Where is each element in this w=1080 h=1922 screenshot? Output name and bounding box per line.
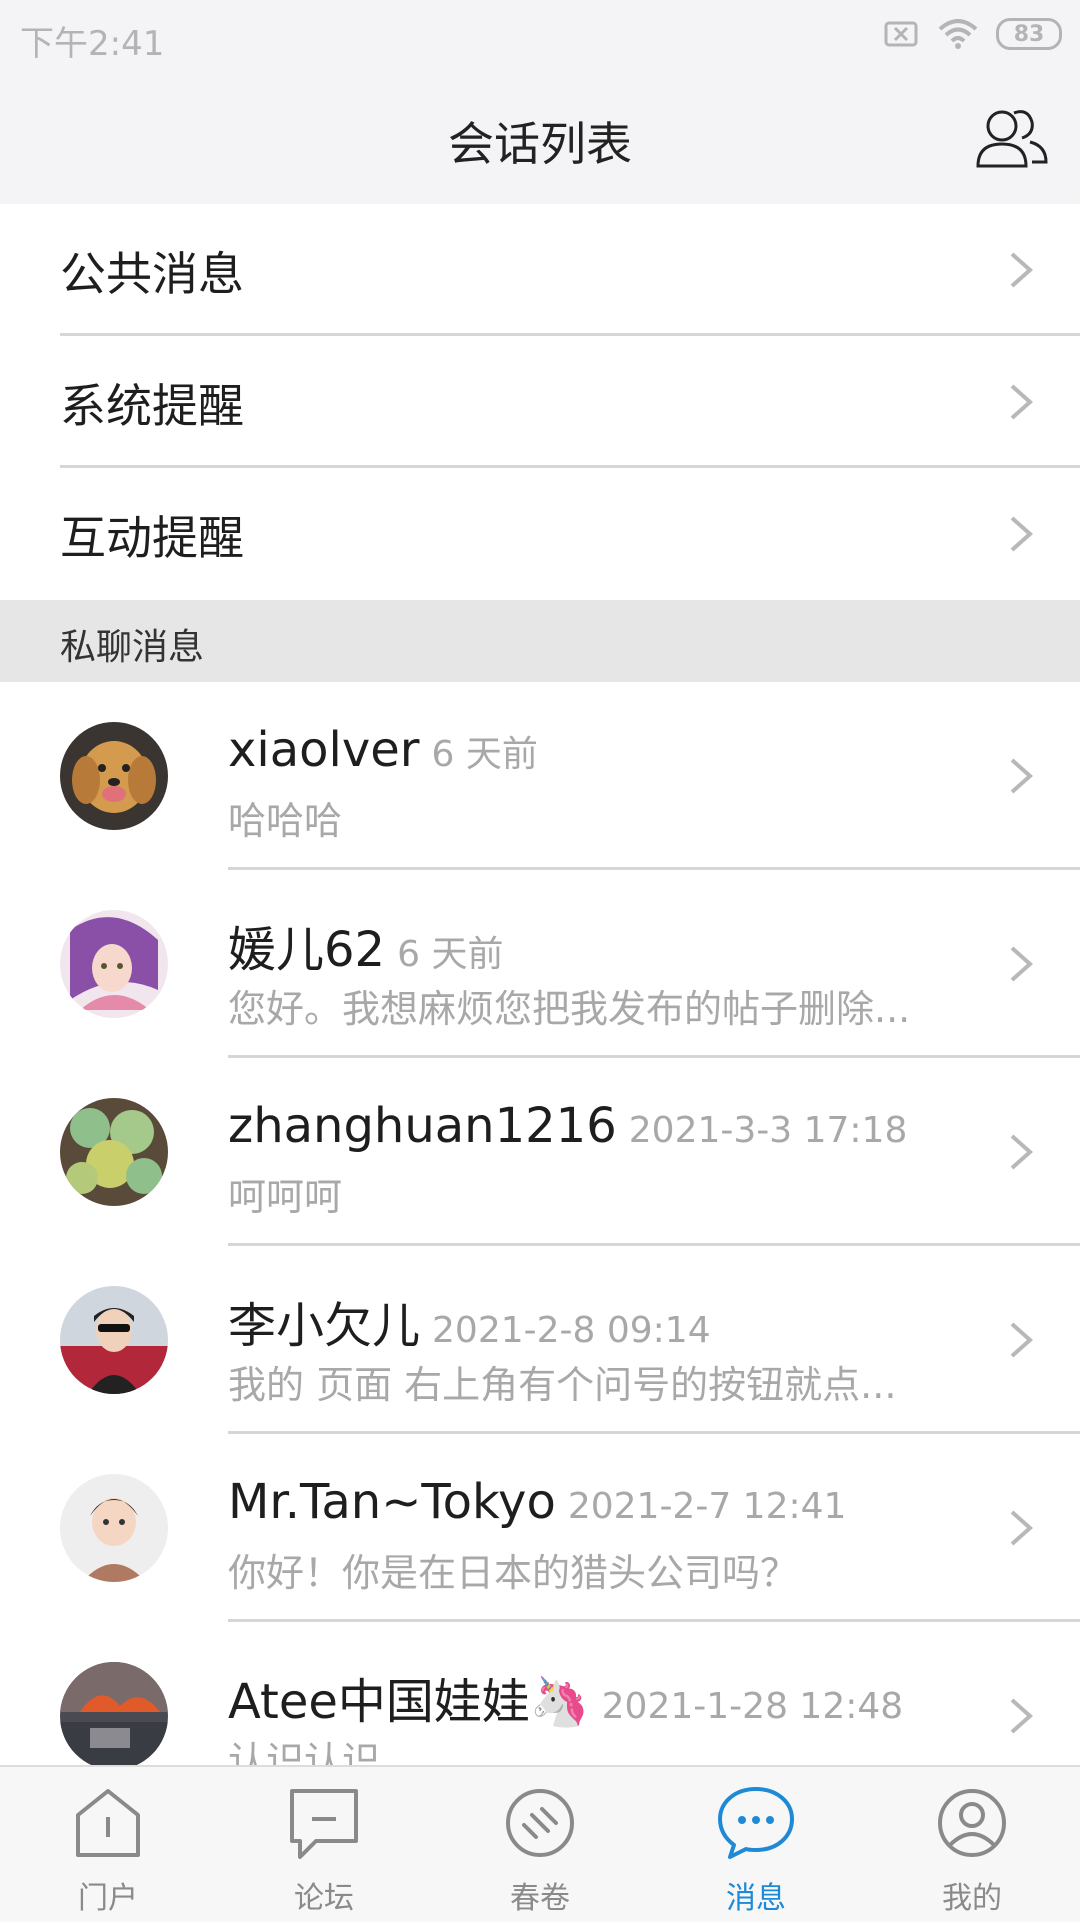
menu-item-label: 互动提醒	[60, 511, 244, 565]
no-sim-icon	[884, 21, 918, 47]
chat-name: Mr.Tan~Tokyo	[228, 1474, 556, 1530]
battery-level: 83	[1013, 21, 1045, 47]
message-icon	[718, 1787, 794, 1859]
chat-name: xiaolver	[228, 722, 420, 778]
avatar	[60, 1474, 168, 1582]
private-messages-header: 私聊消息	[0, 600, 1080, 682]
chat-preview: 你好！你是在日本的猎头公司吗？	[228, 1551, 799, 1595]
contacts-icon[interactable]	[974, 104, 1050, 174]
chunjuan-icon	[506, 1789, 574, 1857]
chat-name: 媛儿62	[228, 922, 386, 978]
chat-time: 2021-3-3 17:18	[628, 1110, 908, 1151]
menu-item-label: 系统提醒	[60, 379, 244, 433]
status-bar: 下午2:41 83	[0, 0, 1080, 76]
chat-item[interactable]: zhanghuan1216 2021-3-3 17:18 呵呵呵	[0, 1058, 1080, 1246]
portal-icon	[76, 1789, 140, 1857]
chevron-right-icon	[1010, 1510, 1034, 1546]
app-header: 会话列表	[0, 76, 1080, 204]
chat-item[interactable]: 李小欠儿 2021-2-8 09:14 我的 页面 右上角有个问号的按钮就点...	[0, 1246, 1080, 1434]
status-icons: 83	[884, 18, 1062, 50]
chevron-right-icon	[1010, 252, 1034, 288]
chevron-right-icon	[1010, 516, 1034, 552]
avatar	[60, 1098, 168, 1206]
chevron-right-icon	[1010, 1134, 1034, 1170]
chat-name-row: xiaolver 6 天前	[228, 722, 538, 778]
avatar	[60, 1662, 168, 1765]
chat-name: Atee中国娃娃🦄	[228, 1674, 590, 1730]
tab-profile[interactable]: 我的	[864, 1767, 1080, 1922]
tab-label: 门户	[78, 1881, 138, 1916]
chat-preview: 您好。我想麻烦您把我发布的帖子删除...	[228, 987, 911, 1031]
avatar	[60, 910, 168, 1018]
menu-item-public[interactable]: 公共消息	[0, 204, 1080, 336]
chat-item[interactable]: Atee中国娃娃🦄 2021-1-28 12:48 认识认识	[0, 1622, 1080, 1765]
chevron-right-icon	[1010, 1322, 1034, 1358]
section-label: 私聊消息	[60, 627, 205, 668]
wifi-icon	[938, 19, 978, 49]
chat-item[interactable]: xiaolver 6 天前 哈哈哈	[0, 682, 1080, 870]
chat-time: 2021-1-28 12:48	[601, 1686, 904, 1727]
menu-item-label: 公共消息	[60, 247, 244, 301]
tab-messages[interactable]: 消息	[648, 1767, 864, 1922]
chat-preview: 我的 页面 右上角有个问号的按钮就点...	[228, 1363, 897, 1407]
menu-item-interaction[interactable]: 互动提醒	[0, 468, 1080, 600]
page-title: 会话列表	[448, 117, 632, 171]
avatar	[60, 1286, 168, 1394]
chevron-right-icon	[1010, 946, 1034, 982]
chat-time: 6 天前	[431, 734, 538, 775]
chat-time: 6 天前	[397, 934, 504, 975]
tab-label: 论坛	[294, 1881, 354, 1916]
chat-name-row: 李小欠儿 2021-2-8 09:14	[228, 1286, 711, 1356]
chat-preview: 呵呵呵	[228, 1175, 343, 1219]
tab-label: 春卷	[510, 1881, 570, 1916]
profile-icon	[938, 1789, 1006, 1857]
bottom-tab-bar: 门户 论坛 春卷 消息 我的	[0, 1765, 1080, 1922]
chat-item[interactable]: Mr.Tan~Tokyo 2021-2-7 12:41 你好！你是在日本的猎头公司…	[0, 1434, 1080, 1622]
chat-name-row: Atee中国娃娃🦄 2021-1-28 12:48	[228, 1662, 903, 1732]
chevron-right-icon	[1010, 1698, 1034, 1734]
forum-icon	[290, 1789, 358, 1859]
tab-portal[interactable]: 门户	[0, 1767, 216, 1922]
tab-label: 消息	[726, 1881, 786, 1916]
chat-item[interactable]: 媛儿62 6 天前 您好。我想麻烦您把我发布的帖子删除...	[0, 870, 1080, 1058]
chevron-right-icon	[1010, 384, 1034, 420]
tab-label: 我的	[942, 1881, 1002, 1916]
chat-time: 2021-2-8 09:14	[432, 1310, 711, 1351]
battery-indicator: 83	[996, 18, 1062, 50]
chat-name: 李小欠儿	[228, 1298, 421, 1354]
chat-name-row: Mr.Tan~Tokyo 2021-2-7 12:41	[228, 1474, 846, 1530]
tab-forum[interactable]: 论坛	[216, 1767, 432, 1922]
chat-name: zhanghuan1216	[228, 1098, 617, 1154]
chat-preview: 哈哈哈	[228, 799, 343, 843]
chat-name-row: zhanghuan1216 2021-3-3 17:18	[228, 1098, 907, 1154]
avatar	[60, 722, 168, 830]
menu-item-system[interactable]: 系统提醒	[0, 336, 1080, 468]
notice-menu: 公共消息 系统提醒 互动提醒	[0, 204, 1080, 600]
chat-preview: 认识认识	[228, 1739, 381, 1765]
chat-list[interactable]: xiaolver 6 天前 哈哈哈 媛儿62 6 天前 您好。我想麻烦您把我发布的帖…	[0, 682, 1080, 1765]
chat-name-row: 媛儿62 6 天前	[228, 910, 503, 980]
chat-time: 2021-2-7 12:41	[567, 1486, 847, 1527]
status-time: 下午2:41	[20, 24, 165, 64]
chevron-right-icon	[1010, 758, 1034, 794]
tab-chunjuan[interactable]: 春卷	[432, 1767, 648, 1922]
